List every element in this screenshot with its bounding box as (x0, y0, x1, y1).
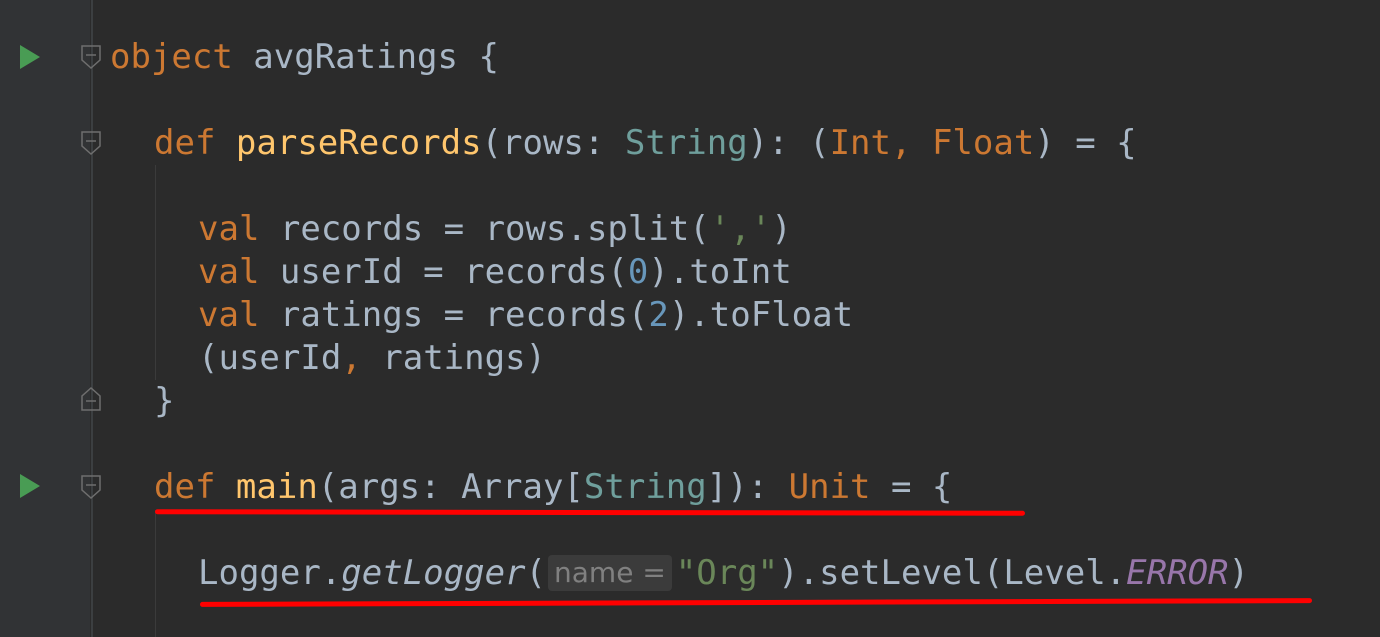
annotation-underline (154, 509, 1026, 516)
keyword: val (198, 295, 260, 335)
params: (rows: (481, 123, 625, 163)
expression: userId = records( (259, 252, 628, 292)
expression: ).toFloat (668, 295, 854, 335)
expression: ratings = records( (259, 295, 649, 335)
params: ): ( (747, 123, 830, 163)
string-literal: ',' (709, 209, 772, 249)
function-name: main (235, 467, 318, 507)
expression: ).toInt (648, 252, 792, 292)
code-editor[interactable]: object avgRatings { def parseRecords(row… (0, 0, 1380, 637)
constant: ERROR (1126, 553, 1229, 593)
comma: , (341, 338, 383, 378)
fold-marker-icon[interactable] (80, 474, 102, 500)
code-line-tuple[interactable]: (userId, ratings) (198, 337, 546, 380)
type-unit: Unit (788, 467, 871, 507)
number-literal: 0 (627, 252, 649, 292)
type: String (583, 467, 707, 507)
code-line-records[interactable]: val records = rows.split(',') (198, 208, 792, 251)
keyword: val (198, 209, 260, 249)
brace: { (478, 37, 499, 77)
keyword: val (198, 252, 260, 292)
params: = { (870, 467, 953, 507)
run-triangle-icon[interactable] (20, 474, 40, 498)
paren: ( (525, 553, 547, 593)
params: ) = { (1034, 123, 1137, 163)
gutter-divider (91, 0, 93, 637)
string-literal: "Org" (675, 553, 779, 593)
expression: ratings) (382, 338, 547, 378)
method-name: getLogger (341, 553, 526, 593)
code-line-object[interactable]: object avgRatings { (110, 36, 499, 79)
code-line-close-brace[interactable]: } (154, 380, 174, 423)
code-line-logger[interactable]: Logger.getLogger(name = "Org").setLevel(L… (198, 552, 1249, 595)
fold-marker-icon[interactable] (80, 130, 102, 156)
brace: } (154, 381, 175, 421)
run-triangle-icon[interactable] (20, 45, 40, 69)
paren: ) (1228, 553, 1249, 593)
indent-guide (155, 510, 156, 637)
number-literal: 2 (648, 295, 669, 335)
type-float: Float (931, 123, 1035, 163)
annotation-underline (199, 598, 1313, 607)
gutter (0, 0, 90, 637)
params: (args: Array[ (317, 467, 584, 507)
parameter-hint: name = (548, 555, 672, 591)
keyword: def (154, 467, 216, 507)
expression: ).setLevel(Level. (778, 553, 1127, 593)
object-name: avgRatings (232, 37, 479, 77)
expression: (userId (198, 338, 342, 378)
fold-marker-icon[interactable] (80, 44, 102, 70)
type-int: Int (829, 123, 891, 163)
fold-end-marker-icon[interactable] (80, 386, 102, 412)
expression: ) (771, 209, 792, 249)
expression: records = rows.split( (259, 209, 710, 249)
function-name: parseRecords (235, 123, 482, 163)
keyword: def (154, 123, 216, 163)
comma: , (890, 123, 932, 163)
indent-guide (155, 165, 156, 380)
object-ref: Logger. (198, 553, 342, 593)
type: String (624, 123, 748, 163)
code-line-userid[interactable]: val userId = records(0).toInt (198, 251, 792, 294)
code-line-main[interactable]: def main(args: Array[String]): Unit = { (154, 466, 952, 509)
keyword: object (110, 37, 233, 77)
params: ]): (706, 467, 789, 507)
code-line-parse-records[interactable]: def parseRecords(rows: String): (Int, Fl… (154, 122, 1137, 165)
code-line-ratings[interactable]: val ratings = records(2).toFloat (198, 294, 853, 337)
